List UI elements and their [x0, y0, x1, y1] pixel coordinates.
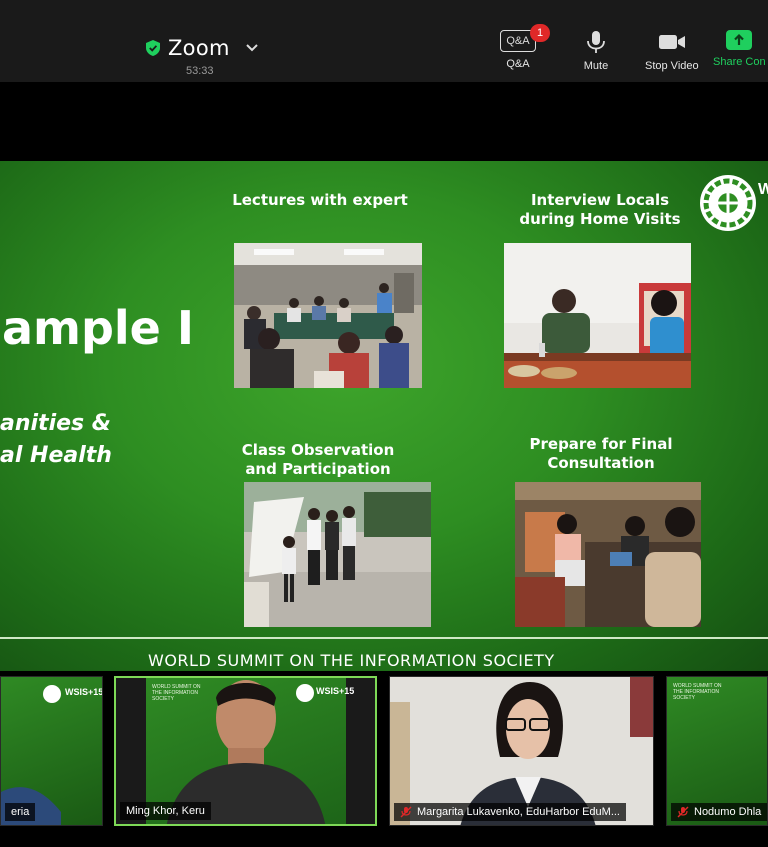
participant-name: Margarita Lukavenko, EduHarbor EduM...: [417, 806, 620, 818]
participant-name: Ming Khor, Keru: [126, 805, 205, 817]
caption-interview-line2: during Home Visits: [519, 210, 681, 228]
caption-class-line2: and Participation: [245, 460, 391, 478]
microphone-icon: [587, 31, 605, 53]
participant-name: Nodumo Dhla: [694, 806, 762, 818]
slide-title: ample I: [2, 301, 194, 355]
video-camera-icon: [658, 35, 685, 49]
photo-prepare-consultation: [515, 482, 701, 627]
slide-footer: WORLD SUMMIT ON THE INFORMATION SOCIETY: [148, 651, 555, 670]
qa-button[interactable]: Q&A 1 Q&A: [500, 24, 550, 70]
shield-check-icon: [146, 40, 160, 56]
slide-subtitle-line1: anities &: [0, 411, 111, 436]
chevron-down-icon[interactable]: [246, 44, 258, 52]
stop-video-button[interactable]: Stop Video: [645, 30, 699, 72]
slide-subtitle-line2: al Health: [0, 443, 112, 468]
shared-screen-slide: ample I anities & al Health Lectures wit…: [0, 161, 768, 671]
share-content-button[interactable]: Share Con: [713, 30, 766, 68]
participant-tile-3[interactable]: Margarita Lukavenko, EduHarbor EduM...: [389, 676, 654, 826]
stop-video-label: Stop Video: [645, 60, 699, 72]
share-arrow-icon: [726, 30, 753, 50]
caption-interview-line1: Interview Locals: [530, 191, 670, 209]
photo-class-observation: [244, 482, 431, 627]
photo-lectures: [234, 243, 422, 388]
qa-label: Q&A: [506, 58, 530, 70]
wsis-mini-logo-icon: [43, 685, 61, 703]
caption-prepare-line1: Prepare for Final: [529, 435, 673, 453]
mute-button[interactable]: Mute: [583, 30, 609, 72]
app-name: Zoom: [168, 36, 230, 60]
mute-label: Mute: [583, 60, 609, 72]
mic-muted-icon: [677, 806, 689, 818]
participant-name-tag: eria: [5, 803, 36, 821]
participant-tile-4[interactable]: WORLD SUMMIT ON THE INFORMATION SOCIETY …: [666, 676, 768, 826]
qa-notification-badge: 1: [530, 24, 550, 42]
participant-tile-1[interactable]: WSIS+15 eria: [0, 676, 103, 826]
photo-interview: [504, 243, 691, 388]
participant-name-tag: Ming Khor, Keru: [120, 802, 211, 820]
participant-name-tag: Nodumo Dhla: [671, 803, 767, 821]
meeting-timer: 53:33: [186, 65, 214, 77]
meeting-toolbar: Zoom 53:33 Q&A 1 Q&A Mute Stop Video Sha…: [0, 0, 768, 82]
wsis-mini-caption: WORLD SUMMIT ON THE INFORMATION SOCIETY: [673, 683, 722, 701]
mic-muted-icon: [400, 806, 412, 818]
caption-lectures: Lectures with expert: [232, 191, 408, 209]
participant-tile-2[interactable]: WORLD SUMMIT ON THE INFORMATION SOCIETY …: [114, 676, 377, 826]
participant-name-tag: Margarita Lukavenko, EduHarbor EduM...: [394, 803, 626, 821]
caption-class-line1: Class Observation: [241, 441, 395, 459]
slide-divider: [0, 637, 768, 639]
wsis-logo-icon: [700, 175, 756, 231]
wsis-logo-text: W: [758, 181, 768, 198]
share-content-label: Share Con: [713, 56, 766, 68]
wsis-mini-logo-text: WSIS+15: [65, 687, 103, 697]
meeting-info[interactable]: Zoom: [146, 36, 258, 60]
participant-name: eria: [11, 806, 30, 818]
caption-prepare-line2: Consultation: [547, 454, 655, 472]
